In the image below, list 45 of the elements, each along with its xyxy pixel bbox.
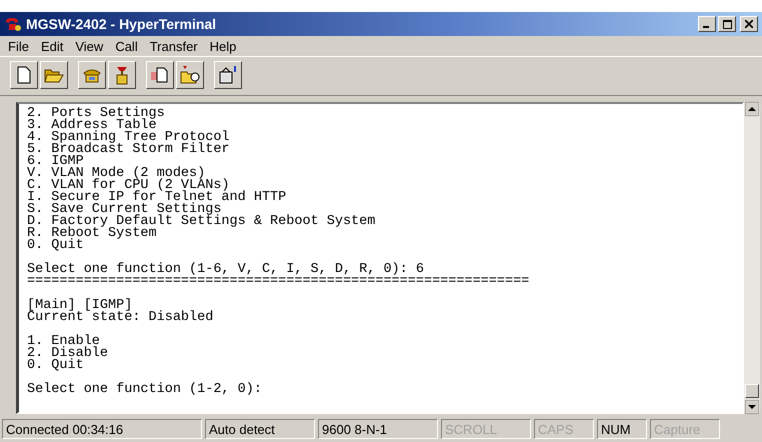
terminal-line: D. Factory Default Settings & Reboot System bbox=[27, 216, 376, 228]
terminal-line: 0. Quit bbox=[27, 360, 84, 372]
minimize-button[interactable] bbox=[698, 16, 716, 32]
terminal-line: Select one function (1-2, 0): bbox=[27, 384, 262, 396]
status-panel: 9600 8-N-1 bbox=[318, 419, 438, 439]
folder-icon bbox=[44, 67, 64, 83]
window-title: MGSW-2402 - HyperTerminal bbox=[26, 16, 216, 32]
handset-icon bbox=[114, 65, 130, 85]
menu-item[interactable]: Call bbox=[111, 38, 142, 54]
terminal-line: Current state: Disabled bbox=[27, 312, 214, 324]
maximize-button[interactable] bbox=[718, 16, 736, 32]
call-button[interactable] bbox=[78, 61, 106, 89]
status-panel: Connected 00:34:16 bbox=[2, 419, 202, 439]
close-icon bbox=[745, 20, 753, 28]
terminal-line: 6. IGMP bbox=[27, 156, 84, 168]
open-button[interactable] bbox=[40, 61, 68, 89]
terminal-line: 5. Broadcast Storm Filter bbox=[27, 144, 230, 156]
scroll-thumb[interactable] bbox=[745, 384, 759, 398]
new-button[interactable] bbox=[10, 61, 38, 89]
receive-button[interactable] bbox=[176, 61, 204, 89]
document-icon bbox=[16, 66, 32, 84]
menu-item[interactable]: Edit bbox=[36, 38, 68, 54]
scroll-down-icon[interactable] bbox=[745, 400, 759, 414]
menu-item[interactable]: View bbox=[71, 38, 108, 54]
menu-item[interactable]: File bbox=[4, 38, 33, 54]
status-panel: NUM bbox=[597, 419, 647, 439]
send-button[interactable] bbox=[146, 61, 174, 89]
terminal-line: ============================================================== bbox=[27, 276, 530, 288]
menu-item[interactable]: Help bbox=[206, 38, 240, 54]
scroll-up-icon[interactable] bbox=[745, 102, 759, 116]
vertical-scrollbar[interactable] bbox=[744, 102, 760, 414]
terminal-line: 0. Quit bbox=[27, 240, 84, 252]
phone-icon bbox=[4, 16, 22, 32]
disconnect-button[interactable] bbox=[108, 61, 136, 89]
properties-button[interactable] bbox=[214, 61, 242, 89]
properties-icon bbox=[218, 66, 238, 84]
telephone-icon bbox=[82, 67, 102, 83]
terminal-line: [Main] [IGMP] bbox=[27, 300, 132, 312]
maximize-icon bbox=[722, 20, 732, 28]
close-button[interactable] bbox=[740, 16, 758, 32]
receive-folder-icon bbox=[180, 66, 200, 84]
terminal-line: Select one function (1-6, V, C, I, S, D, R, 0): 6 bbox=[27, 264, 424, 276]
send-document-icon bbox=[150, 66, 170, 84]
status-panel: Auto detect bbox=[205, 419, 315, 439]
menu-item[interactable]: Transfer bbox=[146, 38, 202, 54]
